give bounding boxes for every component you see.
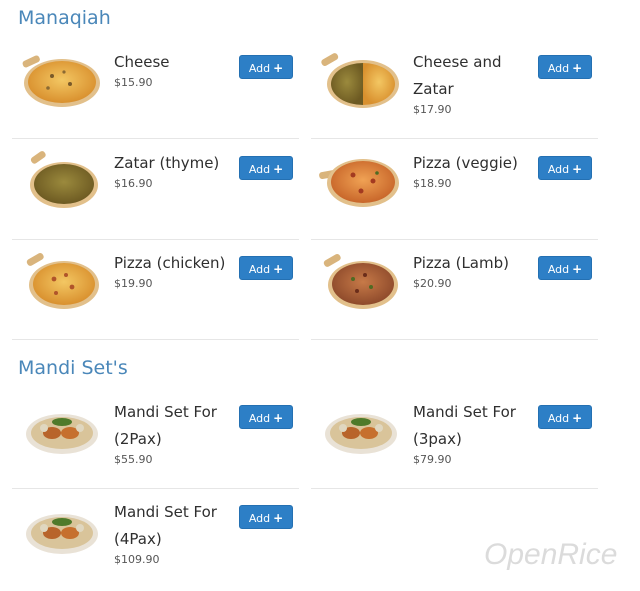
add-label: Add	[547, 263, 570, 276]
add-label: Add	[248, 412, 271, 425]
add-button[interactable]: Add +	[239, 55, 293, 79]
plus-icon: +	[273, 411, 284, 425]
menu-item-cheese-and-zatar: Cheese and Zatar $17.90 Add +	[311, 40, 598, 139]
menu-item-mandi-2pax: Mandi Set For (2Pax) $55.90 Add +	[12, 390, 299, 489]
item-price: $19.90	[114, 277, 153, 290]
item-name: Zatar (thyme)	[114, 154, 220, 172]
plus-icon: +	[572, 262, 583, 276]
add-button[interactable]: Add +	[239, 156, 293, 180]
section-title-manaqiah: Manaqiah	[18, 7, 111, 29]
pizza-chicken-icon	[18, 251, 102, 311]
item-name: Mandi Set For (3pax)	[413, 403, 516, 448]
plus-icon: +	[572, 411, 583, 425]
menu-item-mandi-3pax: Mandi Set For (3pax) $79.90 Add +	[311, 390, 598, 489]
menu-item-pizza-chicken: Pizza (chicken) $19.90 Add +	[12, 241, 299, 340]
item-name: Pizza (chicken)	[114, 254, 226, 272]
item-price: $16.90	[114, 177, 153, 190]
pizza-cheese-icon	[18, 50, 102, 110]
plus-icon: +	[273, 262, 284, 276]
item-price: $55.90	[114, 453, 153, 466]
add-label: Add	[547, 163, 570, 176]
menu-item-mandi-4pax: Mandi Set For (4Pax) $109.90 Add +	[12, 490, 299, 588]
add-button[interactable]: Add +	[538, 55, 592, 79]
pizza-zatar-icon	[18, 151, 102, 211]
mandi-platter-icon	[18, 500, 102, 560]
menu-item-zatar: Zatar (thyme) $16.90 Add +	[12, 141, 299, 240]
item-name: Cheese	[114, 53, 170, 71]
add-label: Add	[248, 163, 271, 176]
add-label: Add	[547, 412, 570, 425]
item-price: $17.90	[413, 103, 452, 116]
item-price: $20.90	[413, 277, 452, 290]
pizza-lamb-icon	[317, 251, 401, 311]
item-price: $15.90	[114, 76, 153, 89]
section-title-mandi-sets: Mandi Set's	[18, 357, 128, 379]
item-name: Pizza (veggie)	[413, 154, 518, 172]
add-label: Add	[547, 62, 570, 75]
plus-icon: +	[273, 61, 284, 75]
plus-icon: +	[572, 61, 583, 75]
item-price: $18.90	[413, 177, 452, 190]
menu-item-pizza-veggie: Pizza (veggie) $18.90 Add +	[311, 141, 598, 240]
item-name: Cheese and Zatar	[413, 53, 502, 98]
add-button[interactable]: Add +	[538, 156, 592, 180]
mandi-platter-icon	[317, 400, 401, 460]
add-button[interactable]: Add +	[239, 405, 293, 429]
item-price: $109.90	[114, 553, 160, 566]
plus-icon: +	[273, 162, 284, 176]
add-label: Add	[248, 263, 271, 276]
item-name: Mandi Set For (4Pax)	[114, 503, 217, 548]
plus-icon: +	[273, 511, 284, 525]
add-button[interactable]: Add +	[239, 505, 293, 529]
add-button[interactable]: Add +	[538, 256, 592, 280]
add-button[interactable]: Add +	[239, 256, 293, 280]
item-price: $79.90	[413, 453, 452, 466]
item-name: Pizza (Lamb)	[413, 254, 509, 272]
menu-item-cheese: Cheese $15.90 Add +	[12, 40, 299, 139]
item-name: Mandi Set For (2Pax)	[114, 403, 217, 448]
pizza-cheese-zatar-icon	[317, 50, 401, 110]
plus-icon: +	[572, 162, 583, 176]
add-button[interactable]: Add +	[538, 405, 592, 429]
add-label: Add	[248, 512, 271, 525]
mandi-platter-icon	[18, 400, 102, 460]
menu-item-pizza-lamb: Pizza (Lamb) $20.90 Add +	[311, 241, 598, 340]
openrice-watermark: OpenRice	[484, 538, 618, 571]
add-label: Add	[248, 62, 271, 75]
pizza-veggie-icon	[317, 151, 401, 211]
